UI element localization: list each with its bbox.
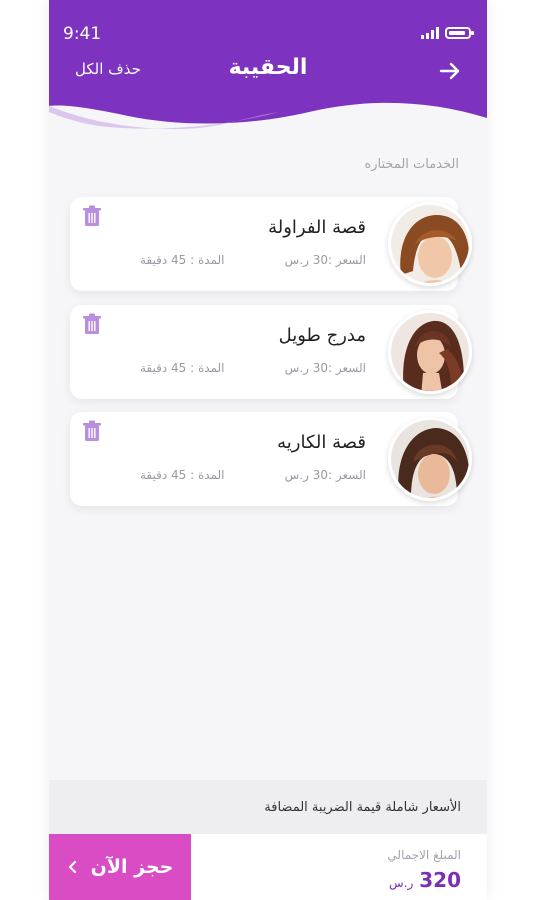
cart-item: قصة الفراولة السعر :30 ر.س المدة : 45 دق… [70,197,472,291]
service-price: السعر :30 ر.س [284,253,366,267]
service-duration: المدة : 45 دقيقة [140,361,225,375]
trash-icon[interactable] [82,313,102,335]
service-name: قصة الفراولة [268,217,366,238]
service-price: السعر :30 ر.س [284,361,366,375]
service-name: مدرج طويل [278,325,366,346]
section-label: الخدمات المختاره [364,157,459,172]
cart-item: مدرج طويل السعر :30 ر.س المدة : 45 دقيقة [70,305,472,399]
service-avatar [388,310,472,394]
total-currency: ر.س [388,876,414,890]
signal-icon [421,27,439,39]
trash-icon[interactable] [82,420,102,442]
service-avatar [388,417,472,501]
bottom-bar: حجز الآن المبلغ الاجمالي ر.س 320 [49,834,487,900]
total-label: المبلغ الاجمالي [387,848,461,862]
battery-icon [445,27,474,39]
header: 9:41 حذف الكل الحقيبة [49,0,487,140]
service-duration: المدة : 45 دقيقة [140,253,225,267]
chevron-left-icon [68,860,76,874]
status-icons [421,27,474,39]
service-duration: المدة : 45 دقيقة [140,468,225,482]
page-title: الحقيبة [228,55,308,80]
phone-screen: 9:41 حذف الكل الحقيبة الخدمات المختاره ق… [49,0,487,900]
status-time: 9:41 [63,24,102,44]
back-arrow-icon[interactable] [439,62,461,80]
service-name: قصة الكاريه [277,432,366,453]
cart-item: قصة الكاريه السعر :30 ر.س المدة : 45 دقي… [70,412,472,506]
service-price: السعر :30 ر.س [284,468,366,482]
book-now-label: حجز الآن [90,856,174,878]
total-value: 320 [419,868,461,892]
book-now-button[interactable]: حجز الآن [49,834,191,900]
service-avatar [388,202,472,286]
tax-bar: الأسعار شاملة قيمة الضريبة المضافة [49,780,487,834]
total-amount: ر.س 320 [389,868,461,892]
tax-note: الأسعار شاملة قيمة الضريبة المضافة [264,800,461,815]
trash-icon[interactable] [82,205,102,227]
